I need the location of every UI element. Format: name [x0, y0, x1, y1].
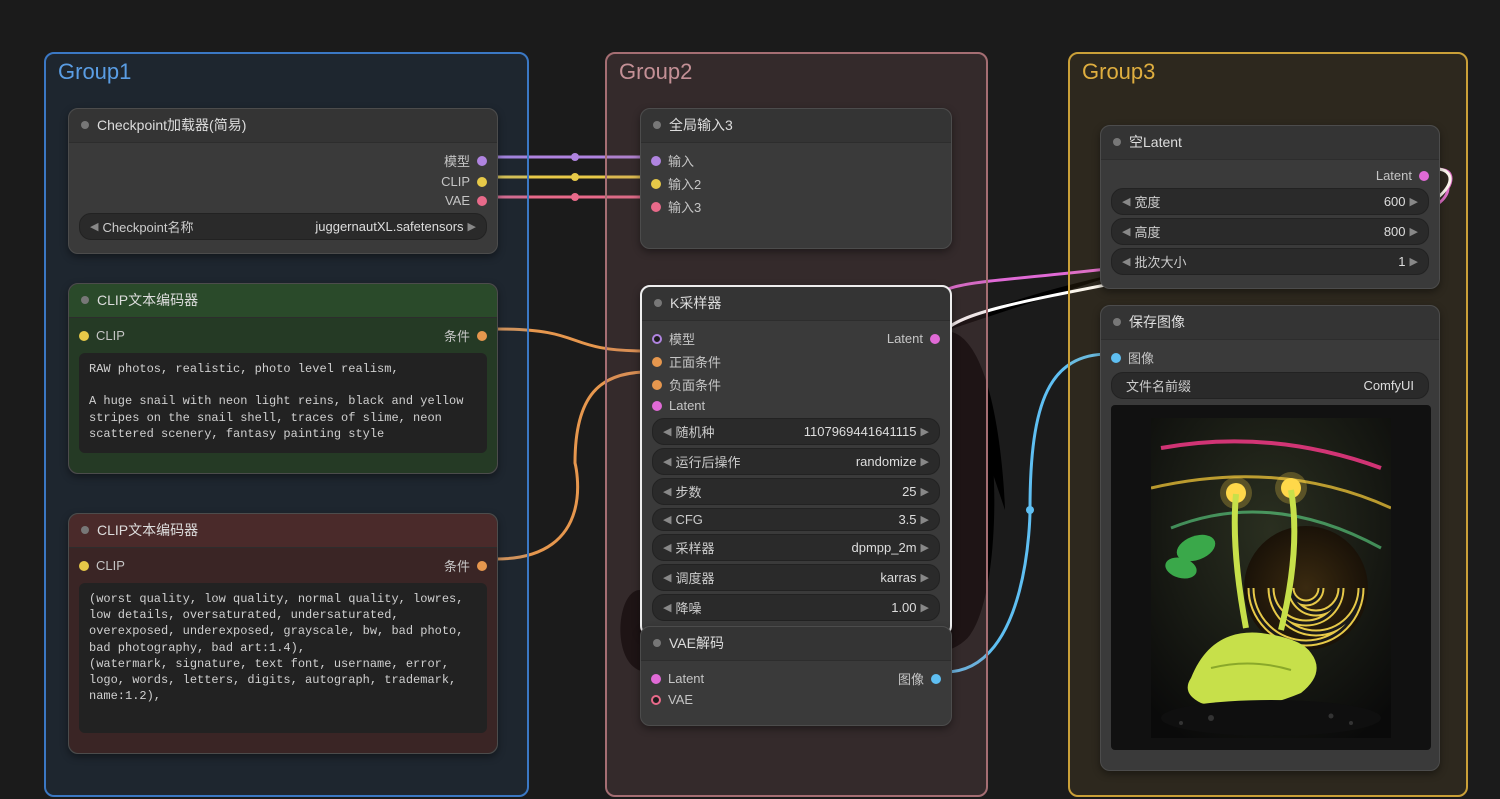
out-cond-label: 条件: [444, 556, 470, 575]
port-vae-in[interactable]: [651, 695, 661, 705]
port-clip-out[interactable]: [477, 177, 487, 187]
port-in2[interactable]: [651, 179, 661, 189]
node-title: K采样器: [670, 293, 721, 313]
port-latent-out[interactable]: [930, 334, 940, 344]
prefix-widget[interactable]: 文件名前缀 ComfyUI: [1111, 372, 1429, 399]
node-title: VAE解码: [669, 633, 724, 653]
group-3-label: Group3: [1082, 59, 1155, 85]
group-2-label: Group2: [619, 59, 692, 85]
out-model-label: 模型: [444, 151, 470, 170]
chevron-right-icon[interactable]: ▶: [468, 220, 476, 233]
in-clip-label: CLIP: [96, 558, 125, 573]
port-cond-out[interactable]: [477, 561, 487, 571]
collapse-icon[interactable]: [81, 121, 89, 129]
batch-widget[interactable]: ◀ 批次大小 1 ▶: [1111, 248, 1429, 275]
width-widget[interactable]: ◀ 宽度 600 ▶: [1111, 188, 1429, 215]
in-image-label: 图像: [1128, 348, 1154, 367]
cfg-widget[interactable]: ◀ CFG 3.5 ▶: [652, 508, 940, 531]
sampler-widget[interactable]: ◀ 采样器 dpmpp_2m ▶: [652, 534, 940, 561]
chevron-left-icon[interactable]: ◀: [663, 425, 671, 438]
port-pos-in[interactable]: [652, 357, 662, 367]
ckpt-value: juggernautXL.safetensors: [204, 219, 464, 234]
after-widget[interactable]: ◀ 运行后操作 randomize ▶: [652, 448, 940, 475]
node-ksampler[interactable]: K采样器 模型 Latent 正面条件 负面条件 Latent ◀ 随机种 11…: [640, 285, 952, 636]
node-empty-latent[interactable]: 空Latent Latent ◀ 宽度 600 ▶ ◀ 高度 800 ▶ ◀ 批…: [1100, 125, 1440, 289]
port-latent-out[interactable]: [1419, 171, 1429, 181]
node-title: CLIP文本编码器: [97, 520, 198, 540]
out-vae-label: VAE: [445, 193, 470, 208]
collapse-icon[interactable]: [81, 296, 89, 304]
negative-prompt-textarea[interactable]: (worst quality, low quality, normal qual…: [79, 583, 487, 733]
node-title: 保存图像: [1129, 312, 1185, 332]
port-in3[interactable]: [651, 202, 661, 212]
in-model-label: 模型: [669, 329, 695, 348]
port-image-out[interactable]: [931, 674, 941, 684]
in3-label: 输入3: [668, 197, 701, 216]
out-clip-label: CLIP: [441, 174, 470, 189]
out-latent-label: Latent: [1376, 168, 1412, 183]
out-image-label: 图像: [898, 669, 924, 688]
node-title: Checkpoint加载器(简易): [97, 115, 246, 135]
steps-widget[interactable]: ◀ 步数 25 ▶: [652, 478, 940, 505]
node-clip-positive[interactable]: CLIP文本编码器 CLIP 条件 RAW photos, realistic,…: [68, 283, 498, 474]
collapse-icon[interactable]: [653, 639, 661, 647]
node-title: 空Latent: [1129, 132, 1182, 152]
denoise-widget[interactable]: ◀ 降噪 1.00 ▶: [652, 594, 940, 621]
port-latent-in[interactable]: [652, 401, 662, 411]
node-checkpoint-loader[interactable]: Checkpoint加载器(简易) 模型 CLIP VAE ◀ Checkpoi…: [68, 108, 498, 254]
chevron-left-icon[interactable]: ◀: [90, 220, 98, 233]
in-clip-label: CLIP: [96, 328, 125, 343]
collapse-icon[interactable]: [1113, 138, 1121, 146]
node-vae-decode[interactable]: VAE解码 Latent 图像 VAE: [640, 626, 952, 726]
port-image-in[interactable]: [1111, 353, 1121, 363]
checkpoint-name-widget[interactable]: ◀ Checkpoint名称 juggernautXL.safetensors …: [79, 213, 487, 240]
collapse-icon[interactable]: [653, 121, 661, 129]
in-latent-label: Latent: [669, 398, 705, 413]
port-model-in[interactable]: [652, 334, 662, 344]
node-title: CLIP文本编码器: [97, 290, 198, 310]
in-pos-label: 正面条件: [669, 352, 721, 371]
collapse-icon[interactable]: [654, 299, 662, 307]
node-clip-negative[interactable]: CLIP文本编码器 CLIP 条件 (worst quality, low qu…: [68, 513, 498, 754]
port-cond-out[interactable]: [477, 331, 487, 341]
port-vae-out[interactable]: [477, 196, 487, 206]
scheduler-widget[interactable]: ◀ 调度器 karras ▶: [652, 564, 940, 591]
port-neg-in[interactable]: [652, 380, 662, 390]
in2-label: 输入2: [668, 174, 701, 193]
node-global-input[interactable]: 全局输入3 输入 输入2 输入3: [640, 108, 952, 249]
out-cond-label: 条件: [444, 326, 470, 345]
group-1-label: Group1: [58, 59, 131, 85]
out-latent-label: Latent: [887, 331, 923, 346]
in-neg-label: 负面条件: [669, 375, 721, 394]
chevron-right-icon[interactable]: ▶: [921, 425, 929, 438]
output-image-preview: [1111, 405, 1431, 750]
ckpt-label: Checkpoint名称: [102, 217, 193, 236]
collapse-icon[interactable]: [1113, 318, 1121, 326]
port-clip-in[interactable]: [79, 561, 89, 571]
port-model-out[interactable]: [477, 156, 487, 166]
in1-label: 输入: [668, 151, 694, 170]
positive-prompt-textarea[interactable]: RAW photos, realistic, photo level reali…: [79, 353, 487, 453]
collapse-icon[interactable]: [81, 526, 89, 534]
node-title: 全局输入3: [669, 115, 733, 135]
height-widget[interactable]: ◀ 高度 800 ▶: [1111, 218, 1429, 245]
in-latent-label: Latent: [668, 671, 704, 686]
seed-widget[interactable]: ◀ 随机种 1107969441641115 ▶: [652, 418, 940, 445]
node-save-image[interactable]: 保存图像 图像 文件名前缀 ComfyUI: [1100, 305, 1440, 771]
port-in1[interactable]: [651, 156, 661, 166]
port-clip-in[interactable]: [79, 331, 89, 341]
in-vae-label: VAE: [668, 692, 693, 707]
port-latent-in[interactable]: [651, 674, 661, 684]
